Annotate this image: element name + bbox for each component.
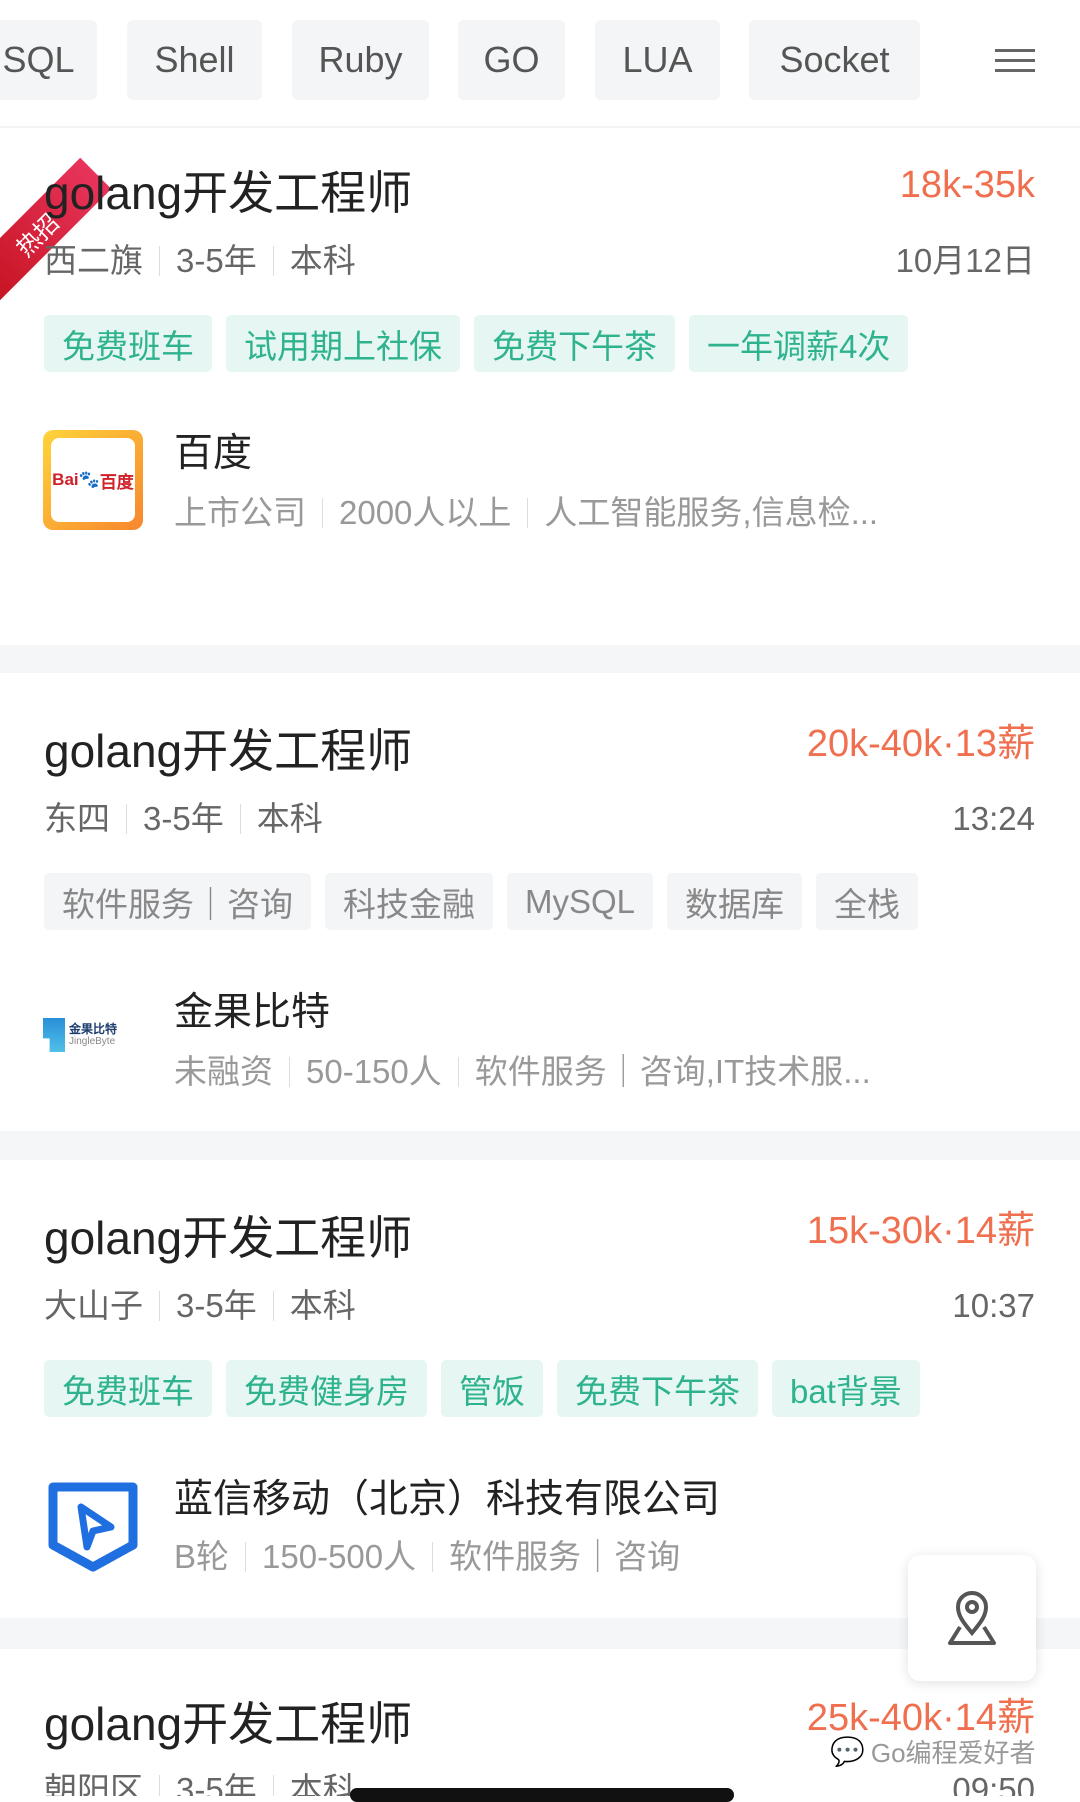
tab-socket[interactable]: Socket (749, 20, 920, 100)
company-name: 百度 (174, 432, 253, 475)
company-stage: 上市公司 (174, 494, 306, 531)
post-time: 10:37 (952, 1287, 1035, 1324)
education: 本科 (289, 1287, 356, 1324)
location: 朝阳区 (44, 1771, 143, 1796)
location: 大山子 (44, 1287, 143, 1324)
map-pin-icon (948, 1591, 996, 1645)
company-size: 150-500人 (262, 1538, 417, 1575)
tag: 免费健身房 (226, 1360, 427, 1417)
education: 本科 (289, 242, 356, 279)
tab-ruby[interactable]: Ruby (292, 20, 429, 100)
company-name: 金果比特 (174, 991, 331, 1034)
location: 西二旗 (44, 242, 143, 279)
job-meta: 朝阳区 3-5年 本科 (44, 1773, 356, 1796)
watermark: 💬 Go编程爱好者 (830, 1733, 1036, 1770)
experience: 3-5年 (176, 1771, 257, 1796)
tab-shell[interactable]: Shell (127, 20, 262, 100)
job-card[interactable]: golang开发工程师 15k-30k·14薪 大山子 3-5年 本科 10:37 … (0, 1160, 1080, 1618)
tag-list: 免费班车 免费健身房 管饭 免费下午茶 bat背景 (44, 1360, 920, 1417)
experience: 3-5年 (176, 242, 257, 279)
menu-icon (995, 42, 1035, 79)
tag: 软件服务｜咨询 (44, 873, 311, 930)
divider (0, 1131, 1080, 1160)
salary: 20k-40k·13薪 (806, 723, 1035, 765)
company-info: 未融资 50-150人 软件服务｜咨询,IT技术服... (174, 1055, 871, 1088)
divider (0, 645, 1080, 673)
home-indicator (350, 1788, 734, 1802)
experience: 3-5年 (143, 800, 224, 837)
job-title: golang开发工程师 (44, 1212, 413, 1264)
watermark-text: Go编程爱好者 (870, 1738, 1036, 1768)
tag: 免费下午茶 (557, 1360, 758, 1417)
tab-lua[interactable]: LUA (595, 20, 720, 100)
job-title: golang开发工程师 (44, 167, 413, 219)
education: 本科 (289, 1771, 356, 1796)
tag: 数据库 (667, 873, 803, 930)
company-size: 50-150人 (306, 1053, 442, 1090)
job-card[interactable]: golang开发工程师 20k-40k·13薪 东四 3-5年 本科 13:24 软… (0, 673, 1080, 1131)
lanxin-logo (43, 1475, 143, 1575)
tag: 试用期上社保 (226, 315, 460, 372)
menu-button[interactable] (950, 20, 1080, 100)
salary: 25k-40k·14薪 (806, 1697, 1035, 1739)
map-button[interactable] (908, 1555, 1036, 1681)
wechat-icon: 💬 (830, 1736, 865, 1767)
salary: 18k-35k (899, 164, 1035, 206)
experience: 3-5年 (176, 1287, 257, 1324)
tag: 全栈 (816, 873, 919, 930)
tag: bat背景 (772, 1360, 920, 1417)
tag: 科技金融 (325, 873, 493, 930)
company-industry: 软件服务｜咨询 (449, 1538, 681, 1575)
tab-sql[interactable]: SQL (0, 20, 97, 100)
salary: 15k-30k·14薪 (806, 1210, 1035, 1252)
tag: MySQL (507, 873, 654, 930)
company-name: 蓝信移动（北京）科技有限公司 (174, 1478, 721, 1521)
tag: 一年调薪4次 (689, 315, 909, 372)
tab-go[interactable]: GO (458, 20, 565, 100)
job-title: golang开发工程师 (44, 725, 413, 777)
company-industry: 人工智能服务,信息检... (544, 494, 879, 531)
company-industry: 软件服务｜咨询,IT技术服... (474, 1053, 871, 1090)
baidu-logo: Bai 🐾 百度 (43, 430, 143, 530)
location: 东四 (44, 800, 110, 837)
tag: 管饭 (441, 1360, 543, 1417)
tag-list: 软件服务｜咨询 科技金融 MySQL 数据库 全栈 (44, 873, 919, 930)
job-meta: 西二旗 3-5年 本科 (44, 244, 356, 277)
tag-list: 免费班车 试用期上社保 免费下午茶 一年调薪4次 (44, 315, 909, 372)
company-stage: B轮 (174, 1538, 230, 1575)
job-title: golang开发工程师 (44, 1698, 413, 1750)
company-stage: 未融资 (174, 1053, 273, 1090)
company-size: 2000人以上 (339, 494, 512, 531)
post-time: 10月12日 (895, 242, 1035, 279)
tag: 免费下午茶 (474, 315, 675, 372)
logo-text: 金果比特 (69, 1021, 118, 1036)
jinglebyte-logo: 金果比特 JingleByte (43, 985, 143, 1085)
job-meta: 东四 3-5年 本科 (44, 802, 323, 835)
language-tab-bar: SQL Shell Ruby GO LUA Socket (0, 0, 1080, 128)
company-info: B轮 150-500人 软件服务｜咨询 (174, 1540, 680, 1573)
post-time: 09:50 (952, 1771, 1035, 1796)
job-card[interactable]: 热招 golang开发工程师 18k-35k 西二旗 3-5年 本科 10月12日 … (0, 128, 1080, 645)
education: 本科 (256, 800, 323, 837)
logo-subtext: JingleByte (69, 1036, 116, 1048)
post-time: 13:24 (952, 800, 1035, 837)
job-meta: 大山子 3-5年 本科 (44, 1289, 356, 1322)
tag: 免费班车 (44, 315, 212, 372)
tag: 免费班车 (44, 1360, 212, 1417)
company-info: 上市公司 2000人以上 人工智能服务,信息检... (174, 496, 878, 529)
